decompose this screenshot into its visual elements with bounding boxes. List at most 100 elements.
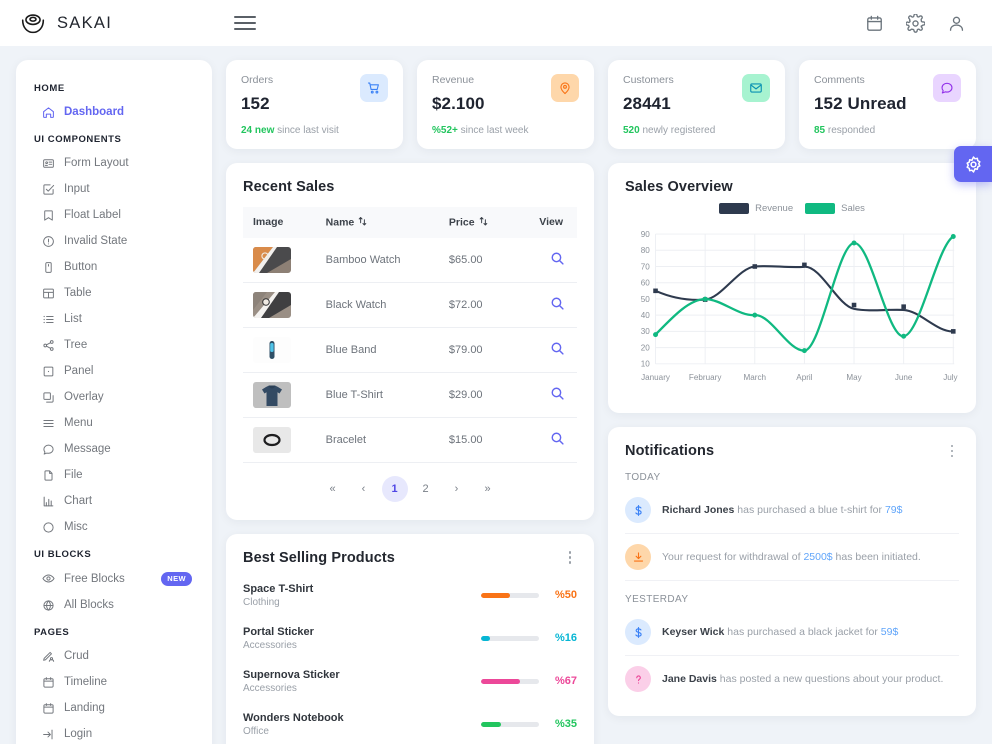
sidebar-item-all-blocks[interactable]: All Blocks bbox=[28, 592, 200, 618]
product-name: Black Watch bbox=[319, 282, 443, 328]
sidebar-item-form-layout[interactable]: Form Layout bbox=[28, 150, 200, 176]
sidebar-item-crud[interactable]: Crud bbox=[28, 643, 200, 669]
sidebar-item-float-label[interactable]: Float Label bbox=[28, 202, 200, 228]
stat-card-customers: Customers 28441 520 newly registered bbox=[608, 60, 785, 149]
left-column: Recent Sales Image Name Price View Bambo… bbox=[226, 163, 594, 744]
calendar-icon[interactable] bbox=[865, 14, 884, 33]
search-icon[interactable] bbox=[550, 431, 565, 446]
pagination-first[interactable]: « bbox=[320, 476, 346, 502]
table-body: Bamboo Watch $65.00 Black Watch $72.00 B… bbox=[243, 237, 577, 463]
brand-name: SAKAI bbox=[57, 13, 113, 32]
notification-amount: 2500$ bbox=[803, 550, 833, 563]
product-name: Blue Band bbox=[319, 327, 443, 373]
sidebar-item-label: Dashboard bbox=[64, 106, 125, 118]
sidebar-item-input[interactable]: Input bbox=[28, 176, 200, 202]
sidebar-item-tree[interactable]: Tree bbox=[28, 332, 200, 358]
view-cell bbox=[514, 282, 577, 328]
dollar-icon bbox=[625, 497, 651, 523]
menu-bars-icon bbox=[42, 417, 55, 430]
user-icon[interactable] bbox=[947, 14, 966, 33]
sidebar-item-overlay[interactable]: Overlay bbox=[28, 384, 200, 410]
product-image-cell bbox=[243, 282, 320, 328]
product-category: Office bbox=[243, 725, 269, 737]
notification-actor: Jane Davis bbox=[662, 672, 717, 685]
sidebar-item-file[interactable]: File bbox=[28, 462, 200, 488]
progress-bar bbox=[481, 592, 539, 598]
notification-group-label: TODAY bbox=[625, 472, 661, 483]
svg-text:April: April bbox=[796, 373, 812, 382]
bookmark-icon bbox=[42, 209, 55, 222]
stat-foot-text: responded bbox=[825, 125, 876, 136]
sidebar-item-button[interactable]: Button bbox=[28, 254, 200, 280]
sidebar-item-misc[interactable]: Misc bbox=[28, 514, 200, 540]
notification-body: has purchased a blue t-shirt for bbox=[734, 503, 885, 516]
sidebar-item-label: Crud bbox=[64, 650, 89, 662]
svg-text:10: 10 bbox=[641, 360, 651, 369]
stat-foot-text: since last week bbox=[457, 125, 529, 136]
sidebar-item-invalid-state[interactable]: Invalid State bbox=[28, 228, 200, 254]
sidebar-item-message[interactable]: Message bbox=[28, 436, 200, 462]
stat-highlight: %52+ bbox=[432, 125, 458, 136]
search-icon[interactable] bbox=[550, 341, 565, 356]
sidebar-item-landing[interactable]: Landing bbox=[28, 695, 200, 721]
legend-label: Sales bbox=[841, 203, 865, 214]
pagination-page-1[interactable]: 1 bbox=[381, 475, 408, 502]
sidebar-item-panel[interactable]: Panel bbox=[28, 358, 200, 384]
sidebar-item-dashboard[interactable]: Dashboard bbox=[28, 99, 200, 125]
notification-text: Your request for withdrawal of 2500$ has… bbox=[662, 550, 921, 564]
kebab-menu-icon[interactable] bbox=[563, 550, 577, 566]
pagination-page-2[interactable]: 2 bbox=[413, 476, 439, 502]
product-image-cell bbox=[243, 237, 320, 283]
notification-item[interactable]: Jane Davis has posted a new questions ab… bbox=[625, 656, 959, 702]
pagination-next[interactable]: › bbox=[444, 476, 470, 502]
sidebar-item-label: List bbox=[64, 313, 82, 325]
calendar-icon bbox=[42, 676, 55, 689]
view-cell bbox=[514, 237, 577, 283]
kebab-menu-icon[interactable] bbox=[945, 443, 959, 459]
hamburger-menu-icon[interactable] bbox=[234, 16, 256, 30]
column-header-view: View bbox=[514, 207, 577, 238]
product-category: Accessories bbox=[243, 639, 297, 651]
search-icon[interactable] bbox=[550, 251, 565, 266]
notification-item[interactable]: Keyser Wick has purchased a black jacket… bbox=[625, 609, 959, 656]
notification-item[interactable]: Richard Jones has purchased a blue t-shi… bbox=[625, 487, 959, 534]
notification-item[interactable]: Your request for withdrawal of 2500$ has… bbox=[625, 534, 959, 581]
pagination-prev[interactable]: ‹ bbox=[351, 476, 377, 502]
legend-item-revenue[interactable]: Revenue bbox=[719, 203, 793, 214]
sidebar-item-menu[interactable]: Menu bbox=[28, 410, 200, 436]
gear-icon[interactable] bbox=[905, 12, 926, 33]
search-icon[interactable] bbox=[550, 386, 565, 401]
sidebar-item-label: Tree bbox=[64, 339, 88, 351]
input-check-icon bbox=[42, 183, 55, 196]
form-layout-icon bbox=[42, 157, 55, 170]
stat-label: Orders bbox=[241, 74, 274, 86]
sidebar-item-list[interactable]: List bbox=[28, 306, 200, 332]
product-price: $15.00 bbox=[442, 417, 515, 463]
sidebar-item-login[interactable]: Login bbox=[28, 721, 200, 744]
config-settings-button[interactable] bbox=[954, 146, 992, 182]
sidebar-item-timeline[interactable]: Timeline bbox=[28, 669, 200, 695]
share-tree-icon bbox=[42, 339, 55, 352]
sidebar-item-table[interactable]: Table bbox=[28, 280, 200, 306]
notification-body: has posted a new questions about your pr… bbox=[716, 672, 944, 685]
legend-item-sales[interactable]: Sales bbox=[805, 203, 865, 214]
percent-value: %67 bbox=[554, 675, 577, 687]
sidebar-item-chart[interactable]: Chart bbox=[28, 488, 200, 514]
sidebar-section-title: UI COMPONENTS bbox=[34, 134, 122, 145]
pencil-users-icon bbox=[42, 650, 55, 663]
product-price: $72.00 bbox=[442, 282, 515, 328]
column-header-price[interactable]: Price bbox=[442, 207, 515, 238]
product-price: $29.00 bbox=[442, 372, 515, 418]
table-icon bbox=[42, 287, 55, 300]
sakai-logo-icon bbox=[18, 8, 48, 38]
column-header-name[interactable]: Name bbox=[319, 207, 443, 238]
sidebar-item-free-blocks[interactable]: Free Blocks NEW bbox=[28, 565, 200, 592]
recent-sales-table: Image Name Price View Bamboo Watch $65.0… bbox=[243, 207, 577, 463]
brand-logo-link[interactable]: SAKAI bbox=[18, 8, 208, 38]
progress-bar bbox=[481, 721, 539, 727]
search-icon[interactable] bbox=[550, 296, 565, 311]
sidebar-section-title: PAGES bbox=[34, 627, 70, 638]
pagination-last[interactable]: » bbox=[475, 476, 501, 502]
comment-icon bbox=[933, 74, 961, 102]
new-badge: NEW bbox=[161, 571, 192, 586]
